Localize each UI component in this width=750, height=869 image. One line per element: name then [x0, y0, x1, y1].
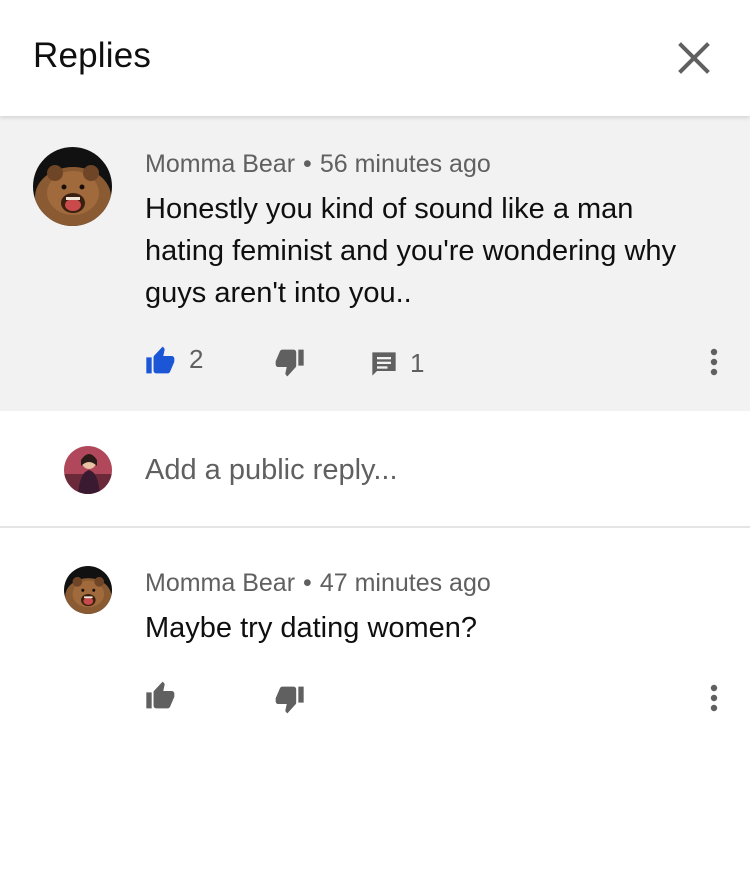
more-options-button[interactable] — [702, 681, 726, 715]
user-avatar — [64, 446, 112, 494]
close-icon — [678, 42, 710, 74]
avatar[interactable] — [33, 147, 112, 226]
avatar[interactable] — [64, 566, 112, 614]
comment-author[interactable]: Momma Bear — [145, 569, 295, 597]
thumbs-down-icon — [275, 349, 304, 377]
reply-input-row: Add a public reply... — [0, 411, 750, 528]
comment-author[interactable]: Momma Bear — [145, 150, 295, 178]
comment-meta: Momma Bear • 56 minutes ago — [145, 150, 491, 179]
add-reply-input[interactable]: Add a public reply... — [145, 454, 398, 487]
parent-comment: Momma Bear • 56 minutes ago Honestly you k… — [0, 116, 750, 411]
more-vert-icon — [710, 348, 718, 376]
thumbs-up-icon — [146, 346, 175, 373]
comment-text: Honestly you kind of sound like a man ha… — [145, 193, 677, 309]
reply-count: 1 — [410, 348, 425, 378]
like-button[interactable]: 2 — [145, 344, 203, 375]
more-options-button[interactable] — [702, 345, 726, 379]
comment-meta: Momma Bear • 47 minutes ago — [145, 569, 491, 598]
meta-separator: • — [303, 150, 312, 178]
reply-comment: Momma Bear • 47 minutes ago Maybe try dati… — [0, 528, 750, 728]
close-button[interactable] — [672, 36, 716, 80]
thumbs-up-icon — [146, 681, 175, 709]
comment-time[interactable]: 56 minutes ago — [320, 150, 491, 178]
reply-count-button[interactable]: 1 — [370, 348, 424, 379]
comment-text: Maybe try dating women? — [145, 612, 478, 644]
dislike-button[interactable] — [273, 348, 305, 378]
replies-header: Replies — [0, 0, 750, 116]
dislike-button[interactable] — [273, 685, 305, 715]
thumbs-down-icon — [275, 686, 304, 714]
meta-separator: • — [303, 569, 312, 597]
comment-icon — [372, 351, 396, 376]
comment-time[interactable]: 47 minutes ago — [320, 569, 491, 597]
more-vert-icon — [710, 684, 718, 712]
page-title: Replies — [33, 36, 152, 75]
like-button[interactable] — [145, 680, 177, 710]
like-count: 2 — [189, 344, 204, 374]
